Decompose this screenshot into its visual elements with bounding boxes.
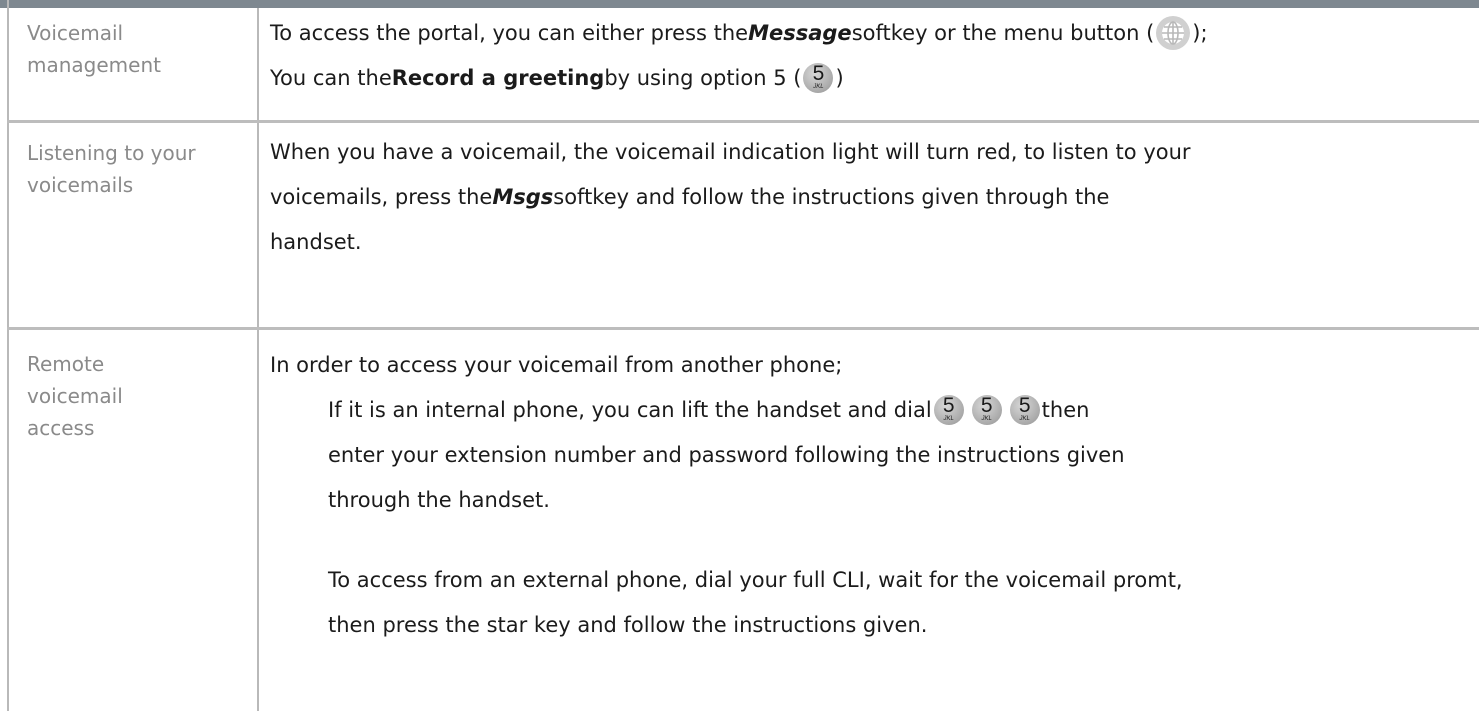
text: voicemails, press the (270, 185, 493, 209)
key-letters: JKL (981, 416, 992, 422)
keypad-5-icon: 5 JKL (803, 62, 834, 93)
content-line: enter your extension number and password… (328, 443, 1125, 467)
key-digit: 5 (980, 394, 993, 417)
row-label-voicemail-management: Voicemail management (27, 17, 161, 81)
menu-button-icon (1155, 15, 1191, 51)
row-content-voicemail-management: To access the portal, you can either pre… (270, 11, 1208, 101)
content-line: voicemails, press the Msgs softkey and f… (270, 175, 1191, 220)
row-content-listening-voicemails: When you have a voicemail, the voicemail… (270, 130, 1191, 265)
keypad-5-icon: 5 JKL (933, 394, 964, 425)
content-line: then press the star key and follow the i… (328, 613, 928, 637)
text: by using option 5 ( (604, 66, 802, 90)
content-line: To access from an external phone, dial y… (328, 568, 1183, 592)
content-line: handset. (270, 230, 362, 254)
msgs-softkey-name: Msgs (492, 185, 554, 209)
content-line: To access the portal, you can either pre… (270, 11, 1208, 56)
content-line: If it is an internal phone, you can lift… (270, 388, 1183, 433)
row-label-listening-voicemails: Listening to your voicemails (27, 137, 196, 201)
text: softkey and follow the instructions give… (553, 185, 1110, 209)
label-line: Listening to your (27, 141, 196, 165)
text: If it is an internal phone, you can lift… (328, 398, 932, 422)
record-greeting-option: Record a greeting (391, 66, 605, 90)
row-label-remote-access: Remote voicemail access (27, 348, 123, 444)
row-divider (7, 327, 1479, 330)
key-letters: JKL (943, 416, 954, 422)
text: To access the portal, you can either pre… (270, 21, 749, 45)
content-line: You can the Record a greeting by using o… (270, 56, 1208, 101)
key-letters: JKL (1019, 416, 1030, 422)
content-line: When you have a voicemail, the voicemail… (270, 140, 1191, 164)
label-line: Remote (27, 352, 105, 376)
label-line: Voicemail (27, 21, 124, 45)
label-line: management (27, 53, 161, 77)
text: softkey or the menu button ( (851, 21, 1155, 45)
text: then (1041, 398, 1090, 422)
label-line: voicemails (27, 173, 134, 197)
keypad-5-icon: 5 JKL (1009, 394, 1040, 425)
key-letters: JKL (813, 84, 824, 90)
label-line: voicemail (27, 384, 123, 408)
text: ) (835, 66, 844, 90)
key-digit: 5 (942, 394, 955, 417)
text: You can the (270, 66, 392, 90)
row-divider (7, 120, 1479, 123)
key-digit: 5 (1018, 394, 1031, 417)
label-line: access (27, 416, 95, 440)
column-divider (257, 8, 259, 711)
content-line: In order to access your voicemail from a… (270, 353, 843, 377)
key-digit: 5 (812, 62, 825, 85)
keypad-5-icon: 5 JKL (971, 394, 1002, 425)
message-softkey-name: Message (748, 21, 852, 45)
content-line: through the handset. (328, 488, 550, 512)
text: ); (1192, 21, 1208, 45)
row-content-remote-access: In order to access your voicemail from a… (270, 343, 1183, 648)
